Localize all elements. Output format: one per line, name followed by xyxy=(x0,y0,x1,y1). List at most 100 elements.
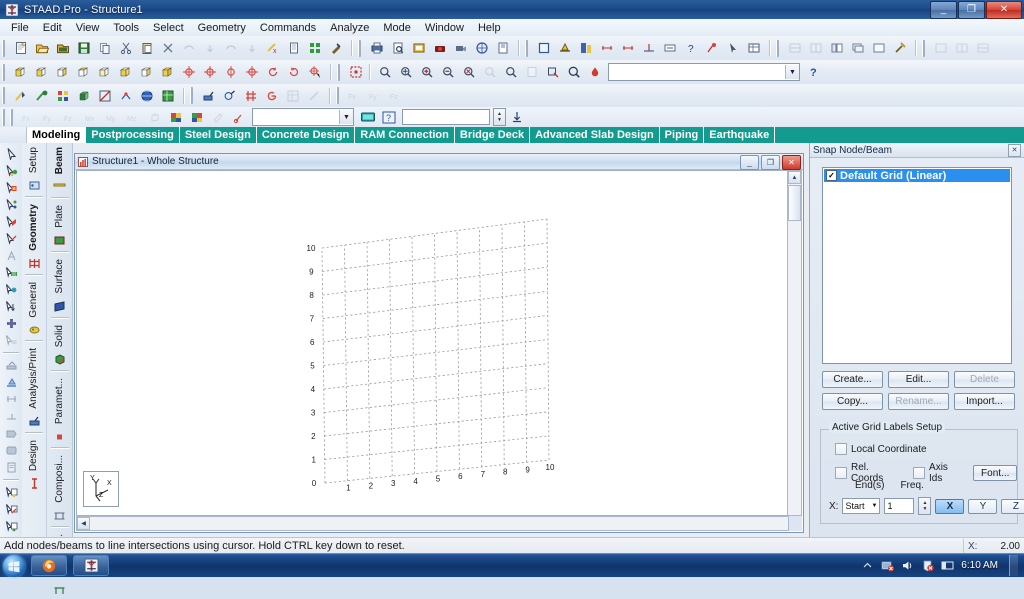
tab-piping[interactable]: Piping xyxy=(660,127,705,143)
table-view-icon[interactable] xyxy=(157,85,178,106)
split-h-icon[interactable] xyxy=(784,38,805,59)
canvas-horizontal-scrollbar[interactable]: ◀ xyxy=(76,516,789,531)
redo-down-icon[interactable] xyxy=(241,38,262,59)
toolbar-grip[interactable] xyxy=(2,87,5,104)
solid-render-icon[interactable] xyxy=(73,85,94,106)
strip-item-analysis-print[interactable]: Analysis/Print xyxy=(28,344,39,413)
render-icon[interactable] xyxy=(10,85,31,106)
context-help-icon[interactable]: ? xyxy=(378,107,399,128)
shape-icon[interactable] xyxy=(2,442,20,459)
structure-maximize-button[interactable]: ❐ xyxy=(761,155,780,170)
text-cursor-icon[interactable] xyxy=(2,247,20,264)
toolbar-grip[interactable] xyxy=(358,39,361,57)
spinner-icon[interactable]: ▲ ▼ xyxy=(493,108,506,126)
rotate-sel-icon[interactable] xyxy=(261,85,282,106)
print-icon[interactable] xyxy=(366,38,387,59)
drawing-canvas[interactable]: 0 1 2 3 4 5 6 7 8 9 10 1 2 3 4 5 6 7 8 9 10 Y X Z xyxy=(76,170,789,516)
add-icon[interactable] xyxy=(2,315,20,332)
table-icon[interactable] xyxy=(743,38,764,59)
strip-item-general[interactable]: General xyxy=(28,278,39,322)
tab-earthquake[interactable]: Earthquake xyxy=(704,127,776,143)
download-icon[interactable] xyxy=(506,107,527,128)
grid-table-icon[interactable] xyxy=(282,85,303,106)
support-icon[interactable] xyxy=(638,38,659,59)
help-arrow-icon[interactable]: ? xyxy=(680,38,701,59)
strip-item-beam[interactable]: Beam xyxy=(54,143,65,178)
support-cursor-icon[interactable] xyxy=(2,281,20,298)
menu-help[interactable]: Help xyxy=(471,20,508,36)
help-icon[interactable]: ? xyxy=(803,62,824,83)
axis-x-button[interactable]: X xyxy=(935,498,965,514)
zoom-previous-icon[interactable] xyxy=(500,62,521,83)
rotate-free-icon[interactable] xyxy=(304,62,325,83)
chevron-down-icon[interactable]: ▼ xyxy=(785,65,799,79)
view-selector-combo[interactable]: ▼ xyxy=(608,63,800,81)
layout3-icon[interactable] xyxy=(972,38,993,59)
window-maximize-button[interactable]: ❐ xyxy=(958,1,985,19)
pick-icon[interactable] xyxy=(228,107,249,128)
toolbar-grip[interactable] xyxy=(922,39,925,57)
rotate-up-icon[interactable] xyxy=(178,62,199,83)
rotate-y-icon[interactable] xyxy=(241,62,262,83)
toolbar-grip[interactable] xyxy=(190,87,193,104)
canvas-vertical-scrollbar[interactable]: ▲ xyxy=(787,170,802,516)
import-button[interactable]: Import... xyxy=(954,393,1015,410)
left-view-icon[interactable] xyxy=(115,62,136,83)
axis-y-button[interactable]: Y xyxy=(968,498,998,514)
structure-icon[interactable] xyxy=(52,85,73,106)
show-desktop-button[interactable] xyxy=(1009,555,1018,576)
action-center-icon[interactable] xyxy=(921,559,934,572)
right-view-icon[interactable] xyxy=(136,62,157,83)
axis-z-button[interactable]: Z xyxy=(1001,498,1024,514)
freq-input[interactable]: 1 xyxy=(884,498,915,514)
open-file-icon[interactable] xyxy=(31,38,52,59)
plot-icon[interactable] xyxy=(471,38,492,59)
pan-icon[interactable] xyxy=(479,62,500,83)
strip-item-solid[interactable]: Solid xyxy=(54,321,65,351)
select-group3-icon[interactable] xyxy=(2,518,20,535)
tools-icon[interactable] xyxy=(325,38,346,59)
r1-icon[interactable]: Fx xyxy=(344,85,365,106)
mz-icon[interactable]: Mz xyxy=(123,107,144,128)
snap-grid-icon[interactable] xyxy=(304,38,325,59)
taskbar-clock[interactable]: 6:10 AM xyxy=(961,560,998,571)
toolbar-grip[interactable] xyxy=(336,87,339,104)
strip-item-surface[interactable]: Surface xyxy=(54,255,65,297)
plate-cursor-icon[interactable] xyxy=(2,196,20,213)
new-file-icon[interactable] xyxy=(10,38,31,59)
geometry-cursor-icon[interactable] xyxy=(2,230,20,247)
load-value-input[interactable] xyxy=(402,109,490,125)
zoom-page-icon[interactable] xyxy=(521,62,542,83)
strip-item-geometry[interactable]: Geometry xyxy=(28,200,39,255)
rotate-ccw-icon[interactable] xyxy=(262,62,283,83)
zoom-all-icon[interactable] xyxy=(345,62,366,83)
font-button[interactable]: Font... xyxy=(973,465,1017,481)
edit-button[interactable]: Edit... xyxy=(888,371,949,388)
line-icon[interactable] xyxy=(303,85,324,106)
hammer-icon[interactable] xyxy=(889,38,910,59)
fy-icon[interactable]: Fy xyxy=(39,107,60,128)
toolbar-grip[interactable] xyxy=(10,108,13,126)
tab-modeling[interactable]: Modeling xyxy=(27,127,87,143)
start-select[interactable]: Start ▼ xyxy=(842,498,881,514)
list-item[interactable]: ✓ Default Grid (Linear) xyxy=(824,169,1010,182)
my-icon[interactable]: My xyxy=(102,107,123,128)
menu-view[interactable]: View xyxy=(69,20,107,36)
diagram-icon[interactable] xyxy=(575,38,596,59)
staad-icon[interactable] xyxy=(73,555,109,576)
tab-ram-connection[interactable]: RAM Connection xyxy=(355,127,455,143)
strip-item-parametric[interactable]: Paramet... xyxy=(54,374,65,428)
vertical-scroll-thumb[interactable] xyxy=(788,185,801,221)
select-circle-icon[interactable] xyxy=(219,85,240,106)
delete-icon[interactable] xyxy=(157,38,178,59)
firefox-icon[interactable] xyxy=(31,555,67,576)
scroll-left-button[interactable]: ◀ xyxy=(77,517,90,530)
tab-steel-design[interactable]: Steel Design xyxy=(180,127,257,143)
load-cursor-icon[interactable] xyxy=(2,298,20,315)
translate-icon[interactable] xyxy=(2,357,20,374)
grid-checkbox[interactable]: ✓ xyxy=(826,170,837,181)
copy-button[interactable]: Copy... xyxy=(822,393,883,410)
paste-icon[interactable] xyxy=(136,38,157,59)
cut-icon[interactable] xyxy=(115,38,136,59)
surface-cursor-icon[interactable] xyxy=(2,332,20,349)
